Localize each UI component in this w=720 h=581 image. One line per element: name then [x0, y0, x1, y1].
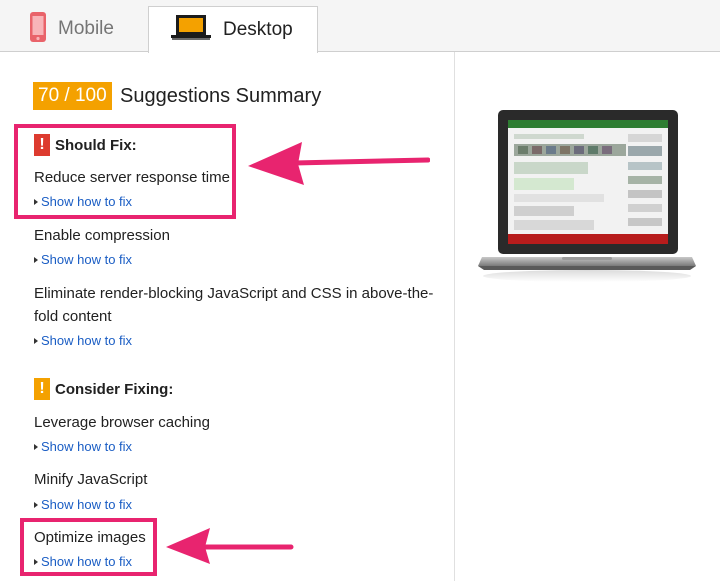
tab-desktop[interactable]: Desktop — [148, 6, 318, 53]
show-how-to-fix-link[interactable]: Show how to fix — [34, 497, 132, 512]
rule-title: Leverage browser caching — [34, 414, 210, 431]
score-badge: 70 / 100 — [33, 82, 112, 110]
summary-title: Suggestions Summary — [120, 85, 322, 107]
expand-triangle-icon — [34, 501, 38, 508]
consider-fixing-header: ! Consider Fixing: — [34, 378, 173, 400]
highlight-box — [14, 124, 236, 219]
highlight-box — [20, 518, 157, 576]
show-how-to-fix-label: Show how to fix — [41, 252, 133, 267]
rule-title: Eliminate render-blocking JavaScript and… — [34, 285, 434, 325]
show-how-to-fix-link[interactable]: Show how to fix — [34, 252, 132, 267]
tab-mobile[interactable]: Mobile — [0, 6, 148, 52]
expand-triangle-icon — [34, 256, 38, 263]
expand-triangle-icon — [34, 337, 38, 344]
laptop-preview-image — [478, 110, 696, 282]
panel-divider — [454, 52, 455, 581]
tab-mobile-label: Mobile — [58, 18, 114, 39]
arrow-icon — [166, 528, 294, 564]
show-how-to-fix-label: Show how to fix — [41, 333, 133, 348]
rule-title: Enable compression — [34, 227, 170, 244]
tab-desktop-label: Desktop — [223, 19, 293, 40]
rule-title: Minify JavaScript — [34, 471, 148, 488]
arrow-icon — [248, 142, 430, 185]
show-how-to-fix-label: Show how to fix — [41, 439, 133, 454]
phone-icon — [30, 11, 46, 47]
warning-icon: ! — [34, 378, 50, 400]
expand-triangle-icon — [34, 443, 38, 450]
show-how-to-fix-label: Show how to fix — [41, 497, 133, 512]
show-how-to-fix-link[interactable]: Show how to fix — [34, 333, 132, 348]
show-how-to-fix-link[interactable]: Show how to fix — [34, 439, 132, 454]
laptop-icon — [171, 14, 211, 47]
consider-fixing-label: Consider Fixing: — [55, 380, 174, 398]
